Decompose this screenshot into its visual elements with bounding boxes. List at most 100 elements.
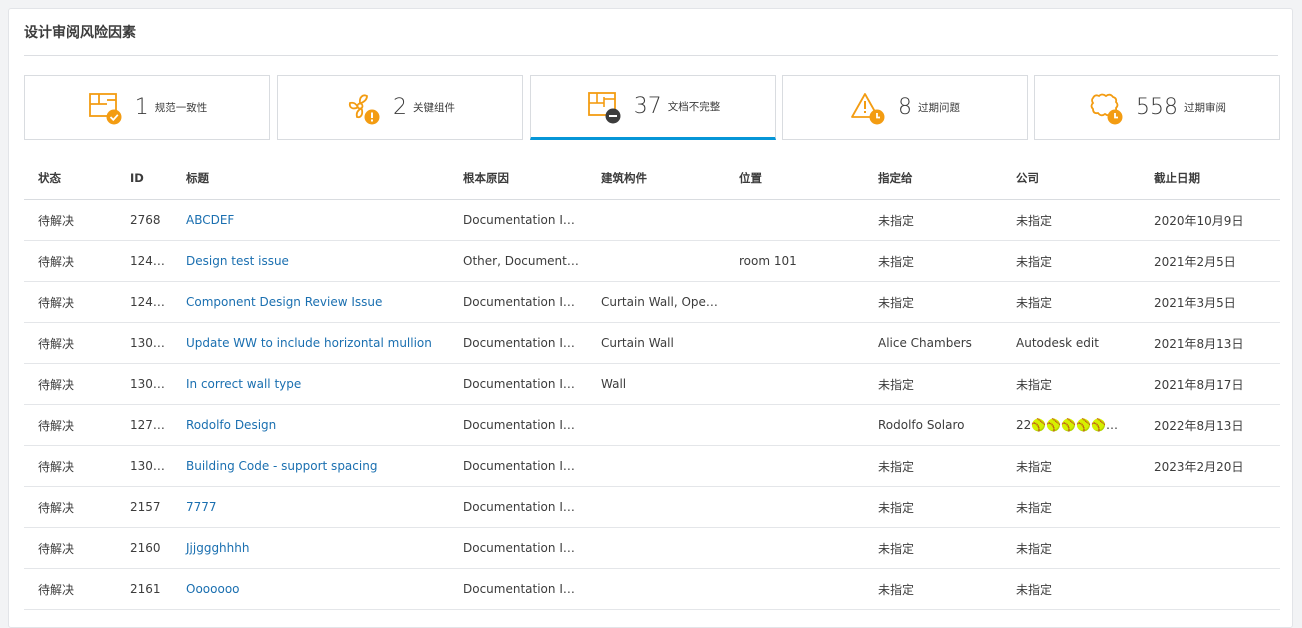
cell-location	[725, 568, 864, 610]
cell-root-cause: Documentation I…	[449, 445, 587, 487]
column-header-status[interactable]: 状态	[24, 157, 116, 200]
cell-title: 7777	[172, 486, 449, 528]
cell-id: 2768	[116, 199, 172, 241]
table-row[interactable]: 待解决 2161 Ooooooo Documentation I… 未指定 未指定	[24, 568, 1280, 610]
table-body: 待解决 2768 ABCDEF Documentation I… 未指定 未指定 2020年…	[24, 199, 1280, 610]
table-row[interactable]: 待解决 130… Update WW to include horizontal m…	[24, 322, 1280, 364]
cell-status: 待解决	[24, 486, 116, 528]
cell-id: 2160	[116, 527, 172, 569]
cell-status: 待解决	[24, 322, 116, 364]
cell-location	[725, 363, 864, 405]
cell-company: Autodesk edit	[1002, 322, 1140, 364]
cell-company: 未指定	[1002, 240, 1140, 282]
cell-location: room 101	[725, 240, 864, 282]
card-count: 37	[633, 94, 662, 119]
table-row[interactable]: 待解决 2768 ABCDEF Documentation I… 未指定 未指定 2020年…	[24, 199, 1280, 241]
card-label: 文档不完整	[667, 101, 721, 113]
card-overdue-issues[interactable]: 8 过期问题	[782, 75, 1028, 140]
cell-company: 未指定	[1002, 568, 1140, 610]
card-code-compliance[interactable]: 1 规范一致性	[24, 75, 270, 140]
column-header-title[interactable]: 标题	[172, 157, 449, 200]
column-header-location[interactable]: 位置	[725, 157, 864, 200]
cell-status: 待解决	[24, 281, 116, 323]
cell-id: 130…	[116, 445, 172, 487]
cell-due-date: 2021年3月5日	[1140, 281, 1280, 323]
card-count: 558	[1136, 95, 1178, 120]
cell-component	[587, 445, 725, 487]
cell-root-cause: Documentation I…	[449, 568, 587, 610]
cell-title: ABCDEF	[172, 199, 449, 241]
card-overdue-reviews[interactable]: 558 过期审阅	[1034, 75, 1280, 140]
issue-title-link[interactable]: Ooooooo	[186, 582, 240, 596]
card-label: 关键组件	[413, 102, 455, 114]
table-header-row: 状态 ID 标题 根本原因 建筑构件 位置 指定给 公司 截止日期	[24, 157, 1280, 200]
cell-due-date	[1140, 568, 1280, 610]
cell-root-cause: Documentation I…	[449, 486, 587, 528]
card-incomplete-docs[interactable]: 37 文档不完整	[530, 75, 776, 140]
cell-assignee: Alice Chambers	[864, 322, 1002, 364]
card-critical-components[interactable]: 2 关键组件	[277, 75, 523, 140]
issue-title-link[interactable]: Update WW to include horizontal mullion	[186, 336, 432, 350]
cell-due-date: 2021年2月5日	[1140, 240, 1280, 282]
table-row[interactable]: 待解决 130… Building Code - support spacing Do…	[24, 445, 1280, 487]
cell-company: 未指定	[1002, 199, 1140, 241]
table-row[interactable]: 待解决 127… Rodolfo Design Documentation I… Rod…	[24, 404, 1280, 446]
cell-id: 2157	[116, 486, 172, 528]
issue-title-link[interactable]: Jjjggghhhh	[186, 541, 249, 555]
issue-title-link[interactable]: Rodolfo Design	[186, 418, 276, 432]
cell-root-cause: Other, Document…	[449, 240, 587, 282]
column-header-id[interactable]: ID	[116, 157, 172, 200]
column-header-root-cause[interactable]: 根本原因	[449, 157, 587, 200]
cell-status: 待解决	[24, 445, 116, 487]
cell-title: Rodolfo Design	[172, 404, 449, 446]
column-header-company[interactable]: 公司	[1002, 157, 1140, 200]
cell-title: Building Code - support spacing	[172, 445, 449, 487]
column-header-component[interactable]: 建筑构件	[587, 157, 725, 200]
table-row[interactable]: 待解决 130… In correct wall type Documentation…	[24, 363, 1280, 405]
issue-title-link[interactable]: In correct wall type	[186, 377, 301, 391]
table-row[interactable]: 待解决 2160 Jjjggghhhh Documentation I… 未指定 未指定	[24, 527, 1280, 569]
issue-title-link[interactable]: ABCDEF	[186, 213, 234, 227]
issue-title-link[interactable]: Component Design Review Issue	[186, 295, 382, 309]
card-count: 2	[393, 95, 407, 120]
cell-id: 127…	[116, 404, 172, 446]
cell-assignee: 未指定	[864, 363, 1002, 405]
column-header-assignee[interactable]: 指定给	[864, 157, 1002, 200]
cell-id: 130…	[116, 322, 172, 364]
panel-title: 设计审阅风险因素	[24, 25, 136, 41]
table-row[interactable]: 待解决 124… Design test issue Other, Document……	[24, 240, 1280, 282]
cell-component	[587, 527, 725, 569]
cell-component: Curtain Wall	[587, 322, 725, 364]
cloud-clock-icon	[1088, 90, 1124, 126]
cell-root-cause: Documentation I…	[449, 199, 587, 241]
cell-root-cause: Documentation I…	[449, 322, 587, 364]
issue-title-link[interactable]: Design test issue	[186, 254, 289, 268]
cell-status: 待解决	[24, 404, 116, 446]
cell-title: Ooooooo	[172, 568, 449, 610]
cell-location	[725, 281, 864, 323]
cell-root-cause: Documentation I…	[449, 527, 587, 569]
cell-root-cause: Documentation I…	[449, 363, 587, 405]
issues-table: 状态 ID 标题 根本原因 建筑构件 位置 指定给 公司 截止日期 待解决 276…	[24, 157, 1280, 610]
cell-status: 待解决	[24, 240, 116, 282]
cell-id: 124…	[116, 240, 172, 282]
cell-location	[725, 322, 864, 364]
floorplan-check-icon	[87, 90, 123, 126]
cell-due-date: 2022年8月13日	[1140, 404, 1280, 446]
cell-assignee: 未指定	[864, 527, 1002, 569]
card-label: 过期问题	[918, 102, 960, 114]
cell-id: 2161	[116, 568, 172, 610]
card-label: 过期审阅	[1184, 102, 1226, 114]
cell-component	[587, 486, 725, 528]
cell-status: 待解决	[24, 199, 116, 241]
card-count: 8	[898, 95, 912, 120]
cell-assignee: 未指定	[864, 199, 1002, 241]
cell-component	[587, 199, 725, 241]
cell-status: 待解决	[24, 527, 116, 569]
issue-title-link[interactable]: 7777	[186, 500, 217, 514]
cell-company: 22🥎🥎🥎🥎🥎…	[1002, 404, 1140, 446]
column-header-due-date[interactable]: 截止日期	[1140, 157, 1280, 200]
table-row[interactable]: 待解决 2157 7777 Documentation I… 未指定 未指定	[24, 486, 1280, 528]
table-row[interactable]: 待解决 124… Component Design Review Issue Docu…	[24, 281, 1280, 323]
issue-title-link[interactable]: Building Code - support spacing	[186, 459, 377, 473]
